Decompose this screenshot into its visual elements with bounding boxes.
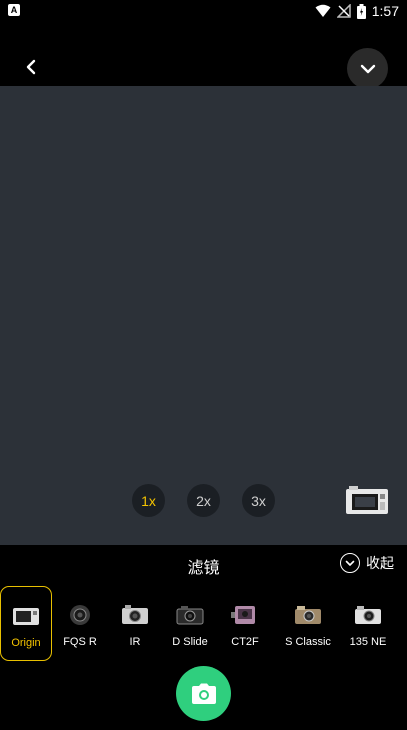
battery-icon [356, 3, 366, 19]
camera-filter-icon [295, 606, 321, 624]
filter-label: CT2F [231, 636, 259, 648]
wifi-icon [315, 4, 331, 17]
status-icons: 1:57 [315, 2, 399, 20]
camera-model-button[interactable] [345, 485, 389, 515]
zoom-3x-button[interactable]: 3x [242, 484, 275, 517]
top-bar [0, 22, 407, 89]
filter-label: FQS R [63, 636, 97, 648]
filter-list: Origin FQS R IR D Slide CT2F S Classic 1… [0, 586, 407, 662]
filter-label: 135 NE [349, 636, 387, 648]
filter-item-s-classic[interactable]: S Classic [280, 586, 336, 661]
filter-label: S Classic [285, 636, 331, 648]
camera-filter-icon [122, 605, 148, 624]
status-bar: A 1:57 [0, 0, 407, 22]
camera-icon [191, 683, 216, 704]
camera-filter-icon [231, 606, 255, 624]
notification-a-icon: A [8, 4, 20, 16]
filter-item-135-ne[interactable]: 135 NE [342, 586, 394, 661]
shutter-button[interactable] [176, 666, 231, 721]
filter-panel: 滤镜 收起 Origin FQS R IR D Slide CT2F S Cla… [0, 545, 407, 730]
filter-label: D Slide [172, 636, 208, 648]
zoom-2x-button[interactable]: 2x [187, 484, 220, 517]
chevron-down-icon [360, 64, 375, 73]
camera-filter-icon [13, 608, 39, 625]
filter-item-d-slide[interactable]: D Slide [164, 586, 216, 661]
filter-item-ir[interactable]: IR [109, 586, 161, 661]
filter-item-origin[interactable]: Origin [0, 586, 52, 661]
collapse-chevron-icon [340, 553, 360, 573]
filter-label: Origin [11, 637, 41, 649]
status-time: 1:57 [371, 3, 399, 19]
camera-filter-icon [355, 606, 381, 624]
camera-preview[interactable] [0, 86, 407, 545]
camera-filter-icon [176, 606, 204, 625]
retro-camera-icon [346, 486, 388, 514]
dropdown-button[interactable] [347, 48, 388, 89]
collapse-label: 收起 [366, 555, 394, 571]
chevron-left-icon [26, 59, 36, 75]
back-button[interactable] [20, 56, 42, 78]
filter-item-ct2f[interactable]: CT2F [219, 586, 271, 661]
collapse-button[interactable]: 收起 [340, 553, 394, 573]
filter-label: IR [129, 636, 141, 648]
lens-filter-icon [70, 605, 90, 625]
no-signal-icon [336, 4, 351, 18]
filter-item-fqs-r[interactable]: FQS R [54, 586, 106, 661]
zoom-1x-button[interactable]: 1x [132, 484, 165, 517]
